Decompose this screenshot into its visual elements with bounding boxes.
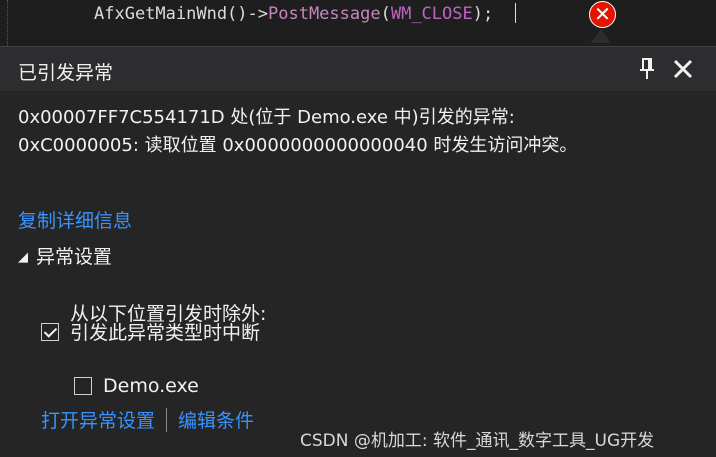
- indent-guide: [7, 0, 8, 48]
- module-checkbox[interactable]: [74, 377, 92, 395]
- popup-pointer: [591, 29, 611, 43]
- code-line[interactable]: AfxGetMainWnd()->PostMessage(WM_CLOSE);: [94, 3, 517, 24]
- error-icon: ✕: [589, 1, 616, 28]
- popup-title: 已引发异常: [18, 62, 114, 84]
- code-macro: WM_CLOSE: [390, 4, 473, 24]
- code-editor: AfxGetMainWnd()->PostMessage(WM_CLOSE); …: [0, 0, 716, 48]
- copy-details-link[interactable]: 复制详细信息: [18, 206, 132, 233]
- exception-message: 0x00007FF7C554171D 处(位于 Demo.exe 中)引发的异常…: [18, 104, 577, 160]
- open-exception-settings-link[interactable]: 打开异常设置: [41, 406, 155, 433]
- watermark: CSDN @机加工: 软件_通讯_数字工具_UG开发: [300, 431, 655, 451]
- message-line-1: 0x00007FF7C554171D 处(位于 Demo.exe 中)引发的异常…: [18, 107, 515, 128]
- link-separator: [166, 407, 168, 432]
- module-label: Demo.exe: [103, 375, 199, 397]
- break-when-thrown-checkbox[interactable]: [41, 322, 59, 341]
- exception-settings-label: 异常设置: [36, 246, 113, 268]
- code-method: PostMessage: [268, 4, 381, 24]
- module-row[interactable]: Demo.exe: [74, 375, 199, 397]
- popup-header: 已引发异常: [0, 47, 716, 91]
- text-caret: [515, 3, 517, 23]
- code-suffix: );: [472, 4, 494, 24]
- close-icon[interactable]: [670, 56, 696, 82]
- exception-settings-header[interactable]: ◢ 异常设置: [18, 242, 112, 269]
- message-line-2: 0xC0000005: 读取位置 0x0000000000000040 时发生访…: [18, 135, 578, 156]
- collapse-triangle-icon[interactable]: ◢: [18, 250, 28, 265]
- bottom-links: 打开异常设置 编辑条件: [41, 406, 254, 433]
- code-paren: (: [380, 4, 391, 24]
- except-when-thrown-label: 从以下位置引发时除外:: [70, 303, 267, 325]
- edit-conditions-link[interactable]: 编辑条件: [178, 406, 254, 433]
- pin-icon[interactable]: [636, 56, 658, 82]
- code-prefix: AfxGetMainWnd()->: [94, 4, 268, 24]
